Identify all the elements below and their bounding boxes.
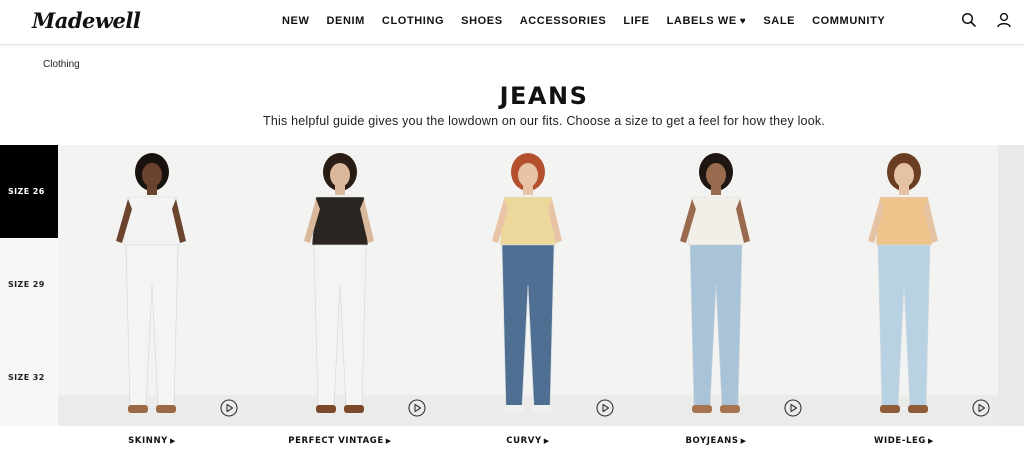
nav-item-shoes[interactable]: SHOES (461, 15, 503, 27)
account-icon[interactable] (995, 11, 1013, 29)
brand-logo[interactable]: Madewell (32, 8, 141, 33)
fit-link-boyjeans[interactable]: BOYJEANS ▶ (622, 436, 810, 446)
nav-item-sale[interactable]: SALE (763, 15, 795, 27)
fit-label-text: SKINNY (128, 436, 168, 446)
nav-item-new[interactable]: NEW (282, 15, 309, 27)
model-photo (434, 145, 622, 426)
play-icon[interactable] (408, 399, 426, 417)
fit-link-skinny[interactable]: SKINNY ▶ (58, 436, 246, 446)
model-photo (246, 145, 434, 426)
play-icon[interactable] (220, 399, 238, 417)
model-photo (810, 145, 998, 426)
caret-right-icon: ▶ (740, 437, 747, 445)
nav-item-denim[interactable]: DENIM (326, 15, 364, 27)
size-option-26[interactable]: SIZE 26 (0, 145, 58, 238)
nav-item-accessories[interactable]: ACCESSORIES (520, 15, 607, 27)
fit-tile-wide-leg[interactable] (810, 145, 998, 426)
size-option-29[interactable]: SIZE 29 (0, 238, 58, 331)
nav-item-community[interactable]: COMMUNITY (812, 15, 885, 27)
fit-tile-perfect-vintage[interactable] (246, 145, 434, 426)
size-selector: SIZE 26 SIZE 29 SIZE 32 (0, 145, 58, 426)
size-option-32[interactable]: SIZE 32 (0, 331, 58, 424)
caret-right-icon: ▶ (385, 437, 392, 445)
main-nav: NEW DENIM CLOTHING SHOES ACCESSORIES LIF… (282, 15, 885, 27)
play-icon[interactable] (596, 399, 614, 417)
fit-tile-skinny[interactable] (58, 145, 246, 426)
fit-link-wide-leg[interactable]: WIDE-LEG ▶ (810, 436, 998, 446)
fit-label-text: BOYJEANS (685, 436, 739, 446)
model-photo (58, 145, 246, 426)
fit-tile-curvy[interactable] (434, 145, 622, 426)
page-title: JEANS (499, 82, 589, 110)
caret-right-icon: ▶ (543, 437, 550, 445)
nav-item-labels-we-love[interactable]: LABELS WE ♥ (667, 15, 747, 27)
site-header: Madewell NEW DENIM CLOTHING SHOES ACCESS… (0, 0, 1024, 45)
play-icon[interactable] (784, 399, 802, 417)
search-icon[interactable] (960, 11, 978, 29)
nav-item-clothing[interactable]: CLOTHING (382, 15, 444, 27)
caret-right-icon: ▶ (169, 437, 176, 445)
fit-label-text: WIDE-LEG (874, 436, 926, 446)
model-photo (622, 145, 810, 426)
nav-item-life[interactable]: LIFE (623, 15, 649, 27)
fit-tile-boyjeans[interactable] (622, 145, 810, 426)
next-fit-peek[interactable] (998, 145, 1024, 426)
fit-link-curvy[interactable]: CURVY ▶ (434, 436, 622, 446)
nav-item-labels-we-love-label: LABELS WE (666, 15, 737, 27)
fit-link-perfect-vintage[interactable]: PERFECT VINTAGE ▶ (246, 436, 434, 446)
caret-right-icon: ▶ (927, 437, 934, 445)
heart-icon: ♥ (739, 16, 747, 27)
breadcrumb[interactable]: Clothing (43, 59, 80, 70)
play-icon[interactable] (972, 399, 990, 417)
fit-label-text: CURVY (506, 436, 542, 446)
fit-label-text: PERFECT VINTAGE (288, 436, 384, 446)
page-subtitle: This helpful guide gives you the lowdown… (263, 114, 825, 128)
